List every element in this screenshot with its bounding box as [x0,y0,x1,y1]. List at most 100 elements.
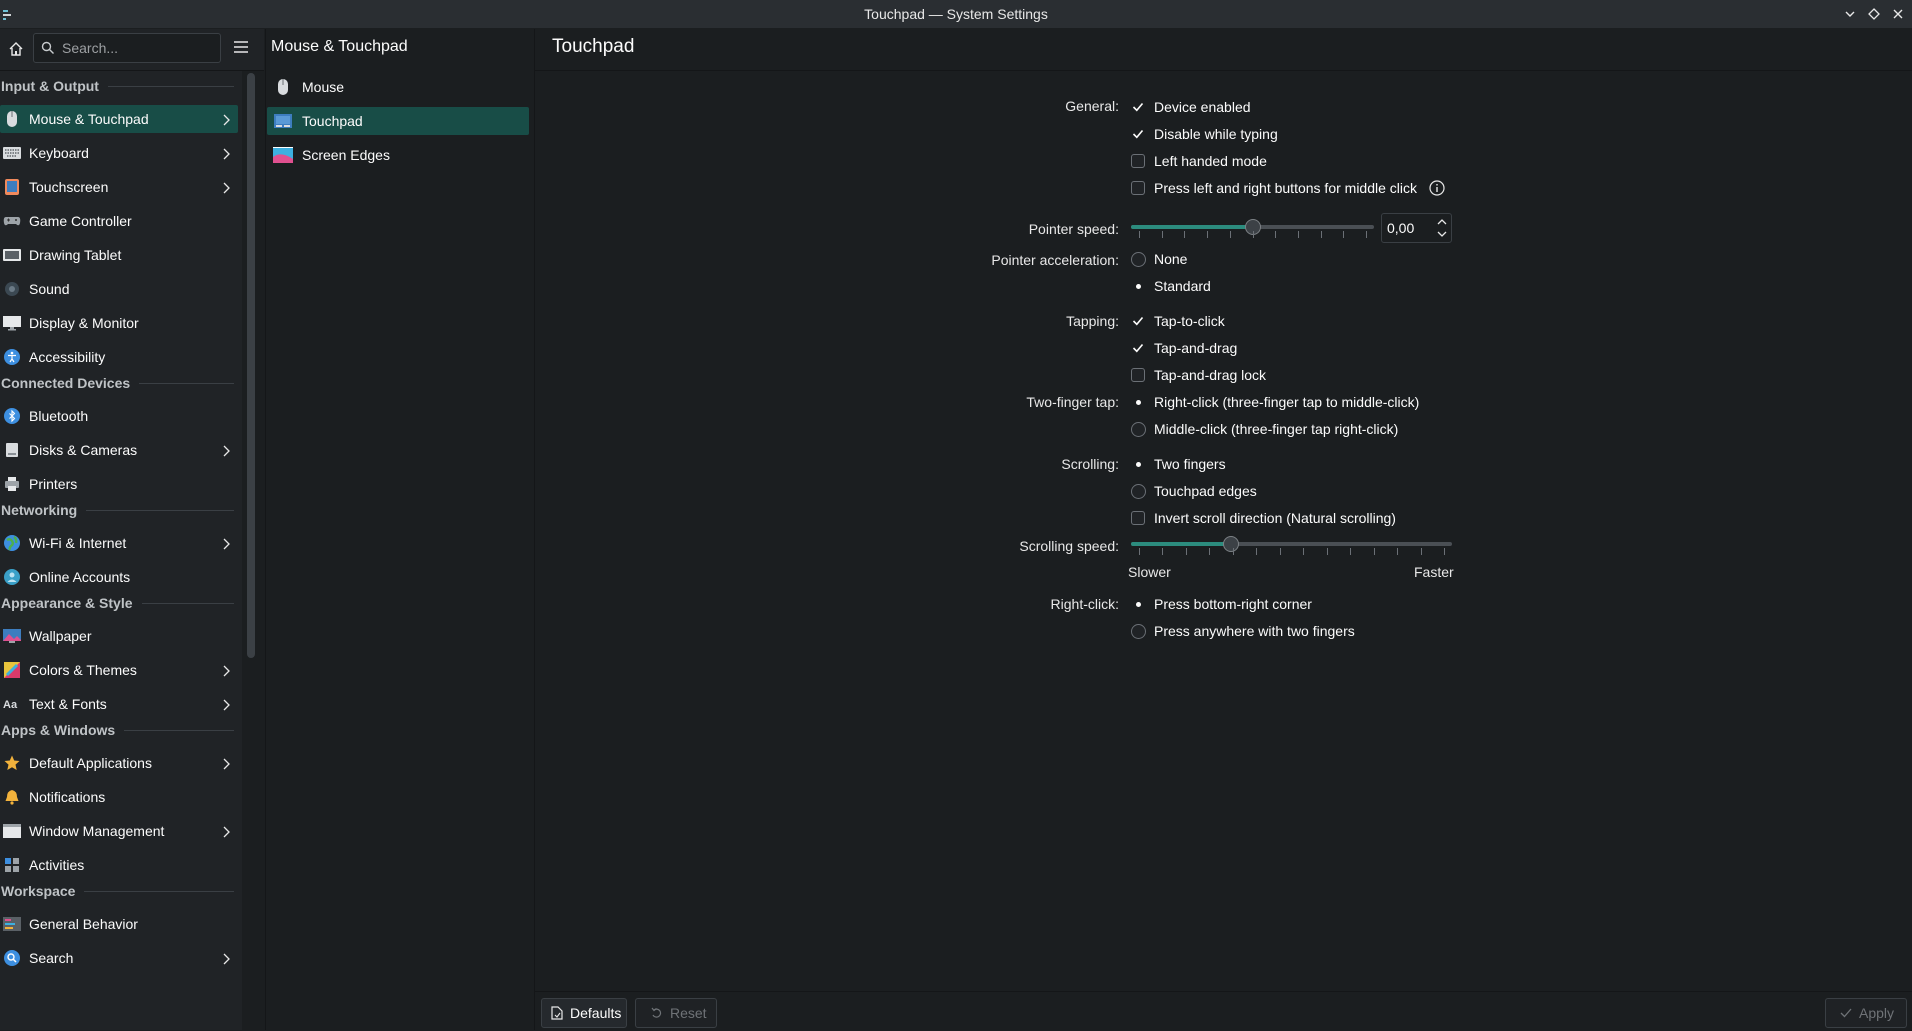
sidebar-item-window-management[interactable]: Window Management [0,817,238,845]
sidebar-scrollbar[interactable] [247,73,255,658]
disable-while-typing-checkbox[interactable]: Disable while typing [1131,123,1278,145]
subcategory-item-screen-edges[interactable]: Screen Edges [267,141,529,169]
disable-while-typing-label: Disable while typing [1154,126,1278,142]
scrolling-speed-fill [1131,542,1231,546]
speaker-icon [3,280,21,298]
search-icon [41,41,54,54]
acceleration-standard-radio[interactable]: Standard [1131,275,1211,297]
sidebar-item-disks-and-cameras[interactable]: Disks & Cameras [0,436,238,464]
pointer-speed-spinbox[interactable]: 0,00 [1381,213,1452,243]
sidebar-item-label: Mouse & Touchpad [29,111,149,127]
checked-checkbox-icon [1131,127,1145,141]
sidebar-item-display-and-monitor[interactable]: Display & Monitor [0,309,238,337]
natural-scrolling-checkbox[interactable]: Invert scroll direction (Natural scrolli… [1131,507,1396,529]
slider-tick [1397,548,1399,555]
reset-button[interactable]: Reset [635,998,717,1028]
chevron-right-icon [222,698,230,714]
right-click-two-fingers-radio[interactable]: Press anywhere with two fingers [1131,620,1355,642]
activities-icon [3,856,21,874]
scrolling-label: Scrolling: [1061,456,1119,472]
tap-and-drag-checkbox[interactable]: Tap-and-drag [1131,337,1237,359]
scroll-edges-radio[interactable]: Touchpad edges [1131,480,1257,502]
sidebar-item-default-applications[interactable]: Default Applications [0,749,238,777]
middle-click-emulation-checkbox[interactable]: Press left and right buttons for middle … [1131,177,1445,199]
pointer-speed-ticks [1131,231,1374,239]
sidebar-item-drawing-tablet[interactable]: Drawing Tablet [0,241,238,269]
subcategory-item-touchpad[interactable]: Touchpad [267,107,529,135]
section-header-label: Apps & Windows [1,722,116,738]
sidebar-item-mouse-and-touchpad[interactable]: Mouse & Touchpad [0,105,238,133]
sidebar-item-activities[interactable]: Activities [0,851,238,879]
device-enabled-checkbox[interactable]: Device enabled [1131,96,1251,118]
spin-down-icon[interactable] [1437,230,1447,238]
sidebar-item-colors-and-themes[interactable]: Colors & Themes [0,656,238,684]
subcategory-item-label: Touchpad [302,113,363,129]
left-handed-mode-checkbox[interactable]: Left handed mode [1131,150,1267,172]
selected-radio-icon [1131,597,1146,612]
slider-tick [1320,231,1322,238]
sidebar-item-game-controller[interactable]: Game Controller [0,207,238,235]
slider-tick [1279,548,1281,555]
colors-icon [3,661,21,679]
pointer-acceleration-label: Pointer acceleration: [991,252,1119,268]
two-finger-right-click-radio[interactable]: Right-click (three-finger tap to middle-… [1131,391,1419,413]
unchecked-checkbox-icon [1131,368,1145,382]
general-label: General: [1065,98,1119,114]
tablet-icon [3,246,21,264]
selected-radio-icon [1131,395,1146,410]
sidebar-item-keyboard[interactable]: Keyboard [0,139,238,167]
sidebar-item-wi-fi-and-internet[interactable]: Wi-Fi & Internet [0,529,238,557]
left-handed-mode-label: Left handed mode [1154,153,1267,169]
subcategory-item-mouse[interactable]: Mouse [267,73,529,101]
slider-tick [1229,231,1231,238]
sidebar-item-sound[interactable]: Sound [0,275,238,303]
slider-tick [1373,548,1375,555]
scroll-two-fingers-radio[interactable]: Two fingers [1131,453,1226,475]
search-input[interactable] [60,39,219,57]
section-divider [141,603,234,604]
right-click-label: Right-click: [1050,596,1119,612]
subcategory-column [265,29,535,1030]
chevron-right-icon [222,537,230,553]
tap-to-click-label: Tap-to-click [1154,313,1225,329]
right-click-corner-radio[interactable]: Press bottom-right corner [1131,593,1312,615]
sidebar-item-printers[interactable]: Printers [0,470,238,498]
chevron-right-icon [222,952,230,968]
two-finger-middle-click-radio[interactable]: Middle-click (three-finger tap right-cli… [1131,418,1398,440]
hamburger-menu-button[interactable] [232,38,252,58]
section-header-label: Appearance & Style [1,595,133,611]
slider-tick [1139,548,1140,555]
search-field[interactable] [33,33,221,63]
sidebar-item-touchscreen[interactable]: Touchscreen [0,173,238,201]
sidebar-item-search[interactable]: Search [0,944,238,972]
sidebar-item-accessibility[interactable]: Accessibility [0,343,238,371]
two-finger-tap-label: Two-finger tap: [1026,394,1119,410]
maximize-icon[interactable] [1863,3,1885,25]
mouse-icon [3,110,21,128]
apply-button[interactable]: Apply [1825,998,1907,1028]
sidebar-item-bluetooth[interactable]: Bluetooth [0,402,238,430]
tap-to-click-checkbox[interactable]: Tap-to-click [1131,310,1225,332]
close-icon[interactable] [1887,3,1909,25]
slider-tick [1139,231,1140,238]
section-header-label: Workspace [1,883,76,899]
sidebar-item-label: Notifications [29,789,106,805]
slider-tick [1444,548,1445,555]
sidebar-item-text-and-fonts[interactable]: Aa Text & Fonts [0,690,238,718]
home-button[interactable] [4,35,28,63]
info-icon[interactable] [1429,180,1445,196]
minimize-icon[interactable] [1839,3,1861,25]
sidebar-item-notifications[interactable]: Notifications [0,783,238,811]
tap-and-drag-lock-checkbox[interactable]: Tap-and-drag lock [1131,364,1266,386]
sidebar-item-wallpaper[interactable]: Wallpaper [0,622,238,650]
spin-up-icon[interactable] [1437,218,1447,226]
sidebar-item-general-behavior[interactable]: General Behavior [0,910,238,938]
sidebar-item-online-accounts[interactable]: Online Accounts [0,563,238,591]
defaults-button[interactable]: Defaults [541,998,627,1028]
pointer-speed-fill [1131,225,1253,229]
scroll-edges-label: Touchpad edges [1154,483,1257,499]
slider-tick [1256,548,1258,555]
faster-label: Faster [1414,564,1454,580]
acceleration-none-radio[interactable]: None [1131,248,1187,270]
section-header-networking: Networking [1,500,234,520]
